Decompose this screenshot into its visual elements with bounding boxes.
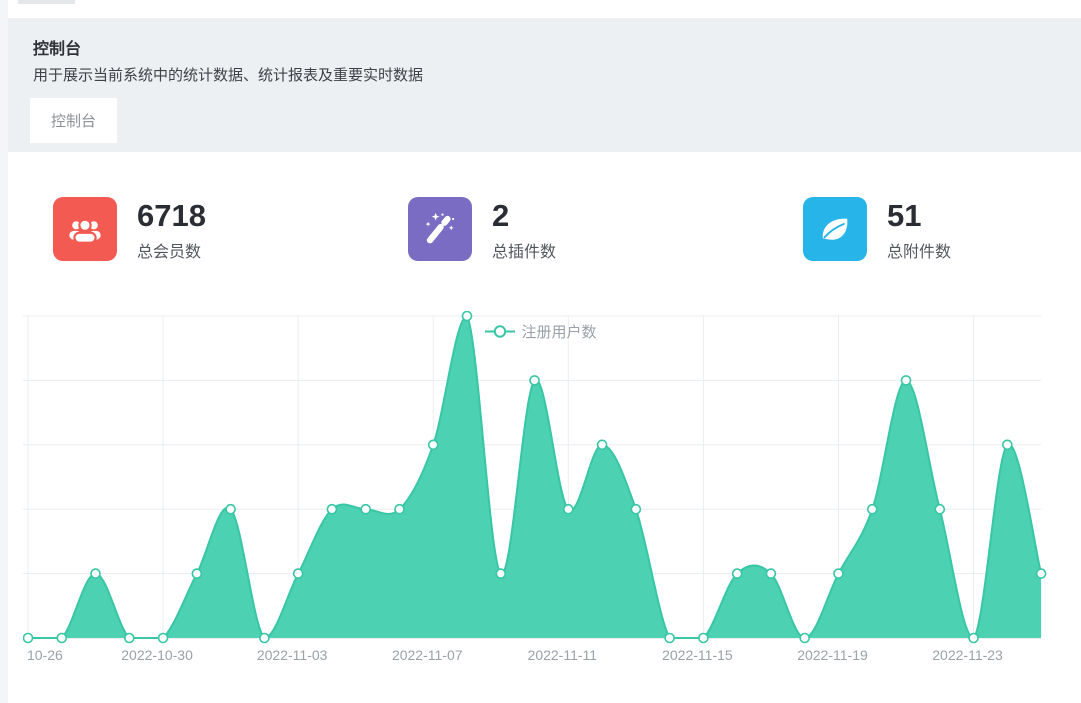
content-area: 6718 总会员数 2 总插件数: [8, 152, 1081, 696]
svg-text:2022-11-03: 2022-11-03: [257, 647, 328, 663]
stat-card-attachments: 51 总附件数: [803, 197, 1081, 262]
top-edge-artifact: [18, 0, 75, 4]
legend-item-registered-users[interactable]: 注册用户数: [484, 321, 596, 342]
svg-text:2022-11-11: 2022-11-11: [528, 647, 598, 663]
tab-bar: 控制台: [30, 98, 1081, 143]
members-count: 6718: [137, 199, 206, 233]
legend-marker-icon: [484, 325, 514, 338]
svg-text:2022-11-23: 2022-11-23: [932, 647, 1003, 663]
members-label: 总会员数: [137, 238, 206, 262]
registered-users-chart[interactable]: 注册用户数 10-26 2022-10-30 2022-11-03 2022-11-0…: [23, 311, 1058, 696]
stats-row: 6718 总会员数 2 总插件数: [8, 152, 1081, 262]
tab-console-label: 控制台: [51, 110, 96, 131]
top-whitespace: [0, 0, 1081, 18]
magic-wand-icon: [408, 197, 472, 261]
plugins-label: 总插件数: [492, 238, 556, 262]
stat-card-plugins: 2 总插件数: [408, 197, 803, 262]
leaf-icon: [803, 197, 867, 261]
tab-console[interactable]: 控制台: [30, 98, 117, 143]
svg-text:2022-11-07: 2022-11-07: [392, 647, 463, 663]
plugins-count: 2: [492, 199, 556, 233]
svg-text:2022-11-15: 2022-11-15: [662, 647, 733, 663]
page-title: 控制台: [33, 40, 1081, 60]
area-chart-canvas[interactable]: 10-26 2022-10-30 2022-11-03 2022-11-07 2022-…: [23, 311, 1058, 696]
attachments-label: 总附件数: [887, 238, 951, 262]
attachments-count: 51: [887, 199, 951, 233]
page-left-gutter: [0, 0, 8, 703]
page-header: 控制台 用于展示当前系统中的统计数据、统计报表及重要实时数据 控制台: [8, 18, 1081, 152]
legend-label: 注册用户数: [521, 321, 596, 342]
stat-card-members: 6718 总会员数: [8, 197, 408, 262]
svg-text:2022-10-30: 2022-10-30: [121, 647, 193, 663]
svg-text:2022-11-19: 2022-11-19: [797, 647, 868, 663]
page-subtitle: 用于展示当前系统中的统计数据、统计报表及重要实时数据: [33, 66, 1081, 86]
users-icon: [53, 197, 117, 261]
svg-text:10-26: 10-26: [27, 647, 63, 663]
